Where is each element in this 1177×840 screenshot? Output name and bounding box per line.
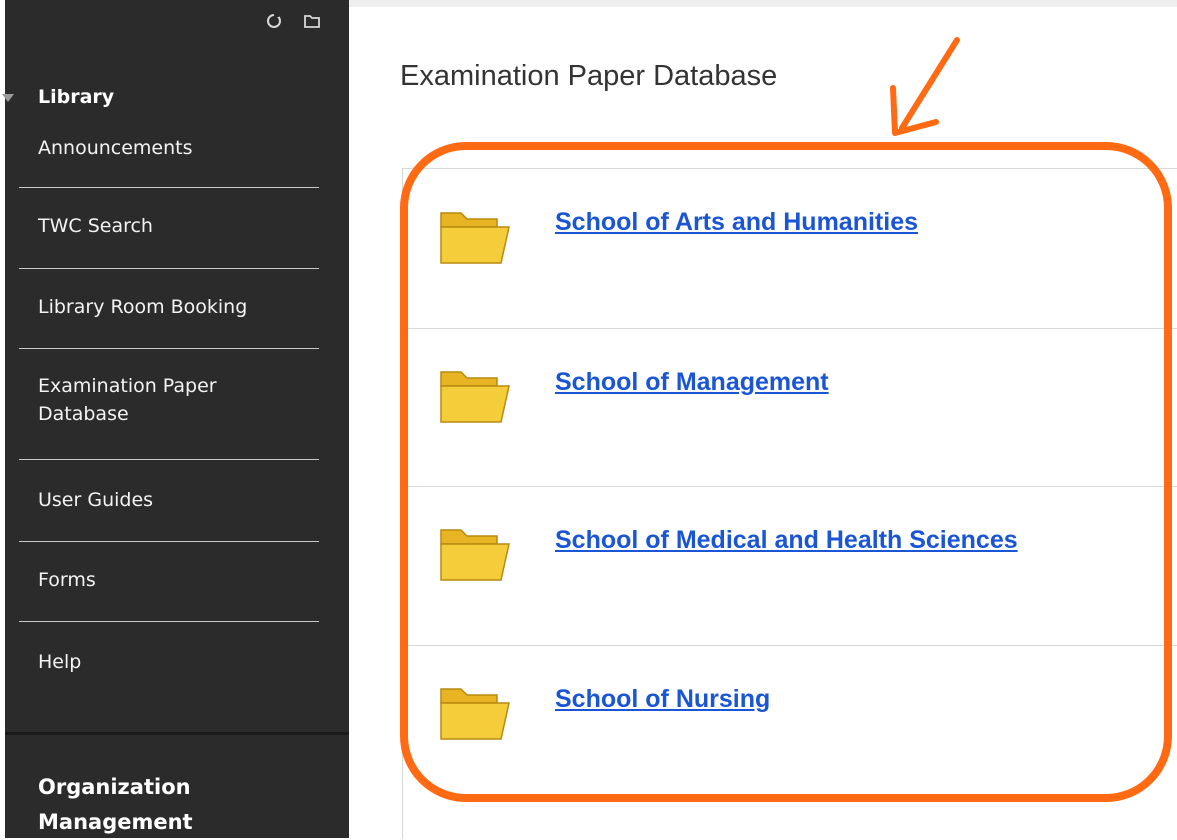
sidebar-item-examination-paper-database[interactable]: Examination Paper Database [19, 349, 319, 460]
content-list: School of Arts and Humanities School of … [402, 168, 1177, 839]
page-title: Examination Paper Database [400, 60, 778, 92]
course-menu: Announcements TWC Search Library Room Bo… [19, 126, 319, 718]
sidebar-item-label: TWC Search [38, 215, 153, 237]
main-content: Examination Paper Database School of Art… [349, 0, 1177, 839]
section-separator [5, 732, 349, 735]
folder-icon[interactable] [437, 366, 513, 424]
course-sidebar: Library Announcements TWC Search Library… [2, 0, 349, 840]
organization-management-heading[interactable]: Organization Management [38, 770, 238, 840]
sidebar-item-announcements[interactable]: Announcements [19, 126, 319, 188]
folder-link[interactable]: School of Nursing [555, 685, 770, 714]
course-title: Library [38, 86, 115, 108]
sidebar-tools [265, 12, 321, 30]
folder-row: School of Medical and Health Sciences [403, 486, 1177, 646]
folder-row: School of Nursing [403, 645, 1177, 835]
collapse-caret-icon[interactable] [2, 94, 14, 102]
folder-icon[interactable] [437, 207, 513, 265]
sidebar-item-forms[interactable]: Forms [19, 542, 319, 622]
sidebar-item-user-guides[interactable]: User Guides [19, 460, 319, 542]
folder-link[interactable]: School of Arts and Humanities [555, 208, 918, 237]
folder-link[interactable]: School of Medical and Health Sciences [555, 526, 1018, 555]
sidebar-item-library-room-booking[interactable]: Library Room Booking [19, 269, 319, 349]
sidebar-item-label: Announcements [38, 137, 193, 159]
folder-link[interactable]: School of Management [555, 368, 829, 397]
folder-row: School of Arts and Humanities [403, 169, 1177, 329]
sidebar-item-label: Forms [38, 569, 96, 591]
refresh-icon[interactable] [265, 12, 283, 30]
folder-icon[interactable] [437, 524, 513, 582]
sidebar-item-help[interactable]: Help [19, 622, 319, 718]
sidebar-item-label: Examination Paper Database [38, 375, 217, 425]
sidebar-item-twc-search[interactable]: TWC Search [19, 188, 319, 269]
folder-view-icon[interactable] [303, 12, 321, 30]
sidebar-item-label: Library Room Booking [38, 296, 248, 318]
folder-row: School of Management [403, 328, 1177, 487]
sidebar-item-label: User Guides [38, 489, 154, 511]
top-band [349, 0, 1177, 7]
folder-icon[interactable] [437, 683, 513, 741]
sidebar-item-label: Help [38, 651, 82, 673]
